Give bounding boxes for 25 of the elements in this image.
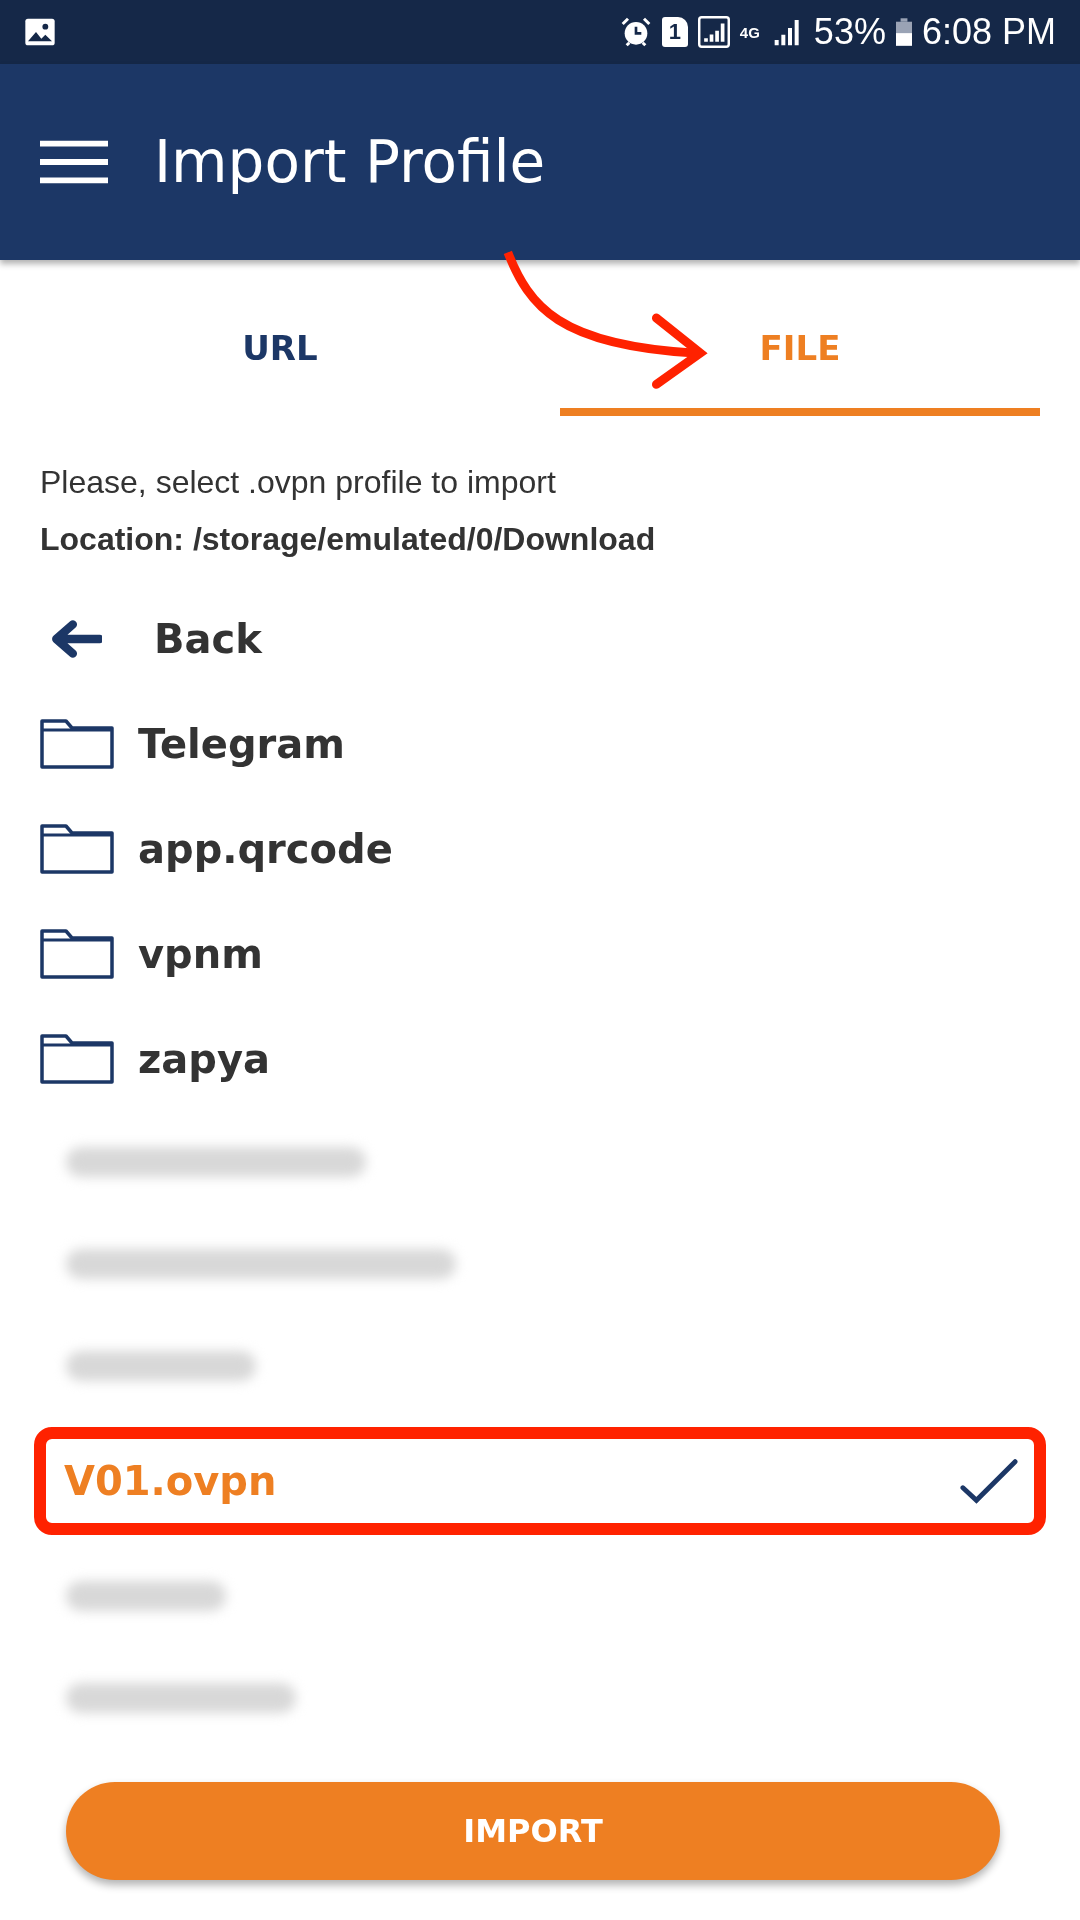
folder-name[interactable]: Telegram: [138, 720, 345, 767]
check-icon: [960, 1458, 1018, 1504]
back-arrow-icon[interactable]: [50, 619, 102, 658]
folder-icon: [40, 718, 114, 769]
sim-label: 1: [661, 17, 688, 47]
menu-icon[interactable]: [40, 139, 108, 185]
folder-icon: [40, 1033, 114, 1084]
back-label[interactable]: Back: [154, 615, 262, 662]
battery-percent: 53%: [813, 11, 886, 53]
folder-icon: [40, 823, 114, 874]
image-icon: [24, 16, 56, 48]
folder-icon: [40, 928, 114, 979]
tab[interactable]: URL: [40, 288, 520, 416]
battery-icon: [895, 18, 912, 46]
instruction-text: Please, select .ovpn profile to import: [40, 464, 557, 501]
folder-name[interactable]: vpnm: [138, 930, 263, 977]
file-name: V01.ovpn: [64, 1458, 277, 1504]
network-label: 4G: [739, 24, 761, 40]
signal-icon: [697, 16, 730, 48]
location-text: Location: /storage/emulated/0/Download: [40, 521, 657, 558]
clock: 6:08 PM: [921, 11, 1056, 53]
alarm-icon: [619, 16, 652, 48]
folder-name[interactable]: zapya: [138, 1035, 270, 1082]
app-title: Import Profile: [154, 128, 546, 196]
folder-name[interactable]: app.qrcode: [138, 825, 393, 872]
